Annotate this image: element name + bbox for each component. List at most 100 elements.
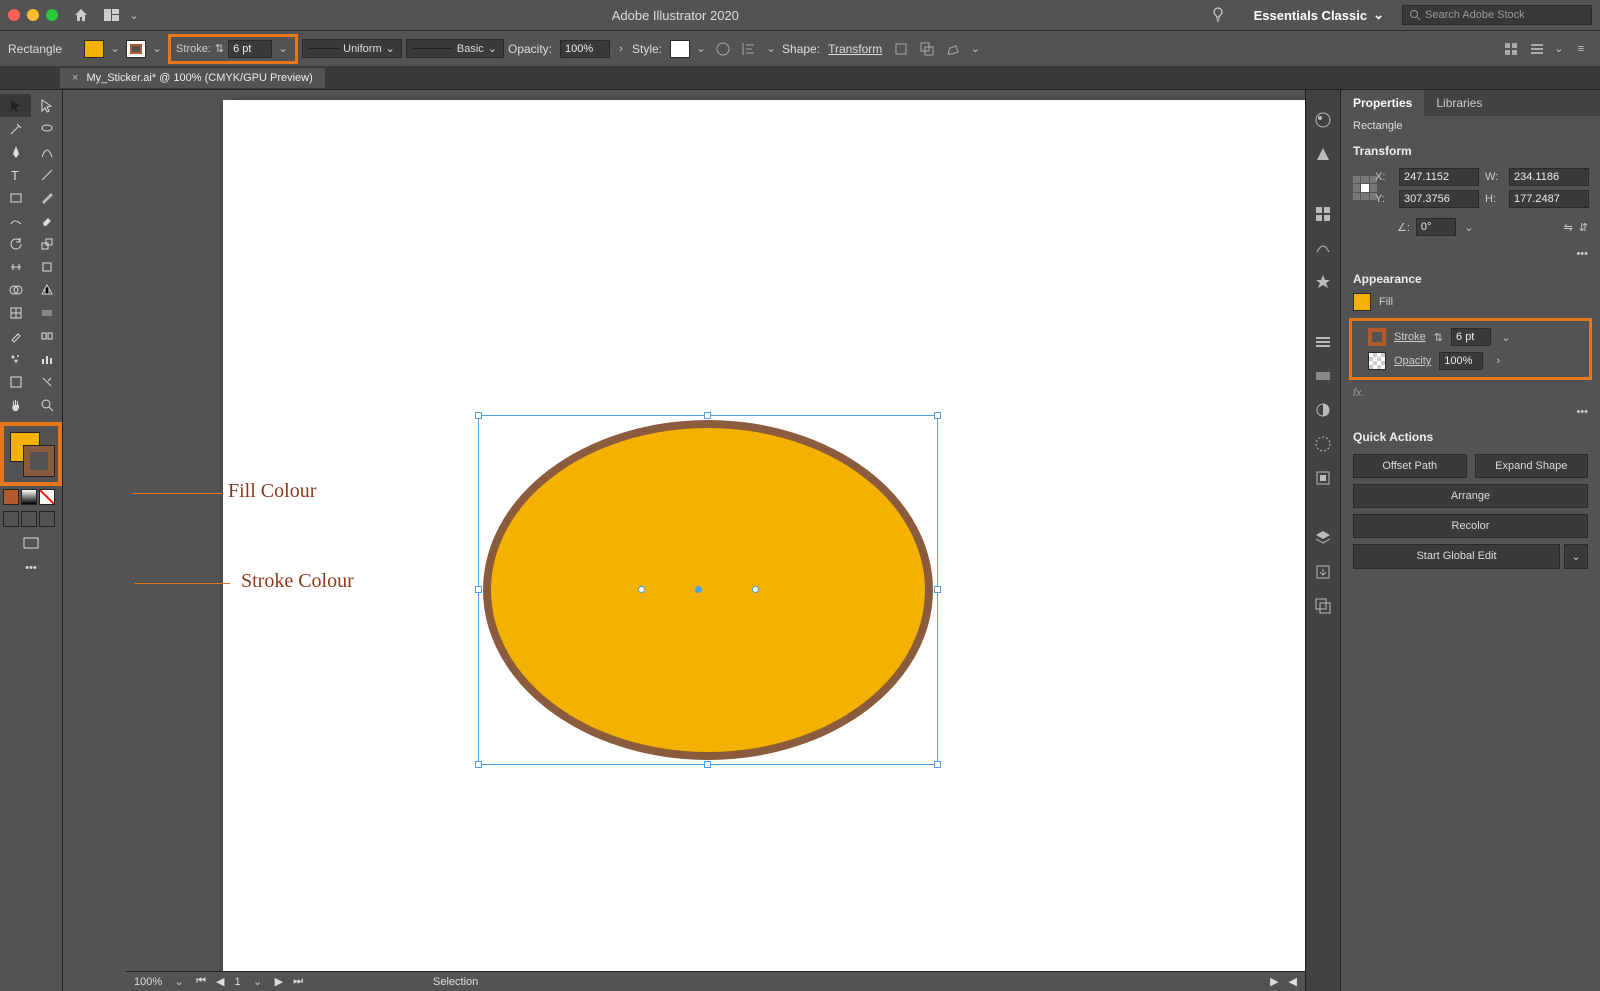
color-mode-gradient[interactable] — [21, 489, 37, 505]
draw-inside-icon[interactable] — [39, 511, 55, 527]
gradient-panel-icon[interactable] — [1313, 366, 1333, 386]
isolate-back-icon[interactable] — [916, 38, 938, 60]
nav-first-icon[interactable]: ⏮ — [196, 975, 206, 988]
scale-tool[interactable] — [31, 232, 62, 255]
tab-libraries[interactable]: Libraries — [1424, 90, 1494, 116]
width-tool[interactable] — [0, 255, 31, 278]
chevron-right-icon[interactable]: › — [614, 43, 628, 55]
chevron-down-icon[interactable]: ⌄ — [1462, 221, 1476, 234]
y-input[interactable] — [1399, 190, 1479, 208]
home-icon[interactable] — [73, 7, 89, 23]
maximize-window-icon[interactable] — [46, 9, 58, 21]
slice-tool[interactable] — [31, 370, 62, 393]
reference-point-selector[interactable] — [1353, 176, 1377, 200]
stroke-weight-input[interactable] — [228, 40, 272, 58]
color-panel-icon[interactable] — [1313, 110, 1333, 130]
more-options-icon[interactable]: ••• — [1576, 406, 1588, 418]
resize-handle[interactable] — [704, 412, 711, 419]
minimize-window-icon[interactable] — [27, 9, 39, 21]
opacity-input[interactable] — [1439, 352, 1483, 370]
chevron-down-icon[interactable]: ⌄ — [1564, 544, 1588, 569]
canvas[interactable]: Fill Colour Stroke Colour 100% ⌄ ⏮ ◀ 1 ⌄… — [63, 90, 1305, 991]
brushes-panel-icon[interactable] — [1313, 238, 1333, 258]
curvature-tool[interactable] — [31, 140, 62, 163]
resize-handle[interactable] — [934, 761, 941, 768]
resize-handle[interactable] — [475, 761, 482, 768]
hand-tool[interactable] — [0, 393, 31, 416]
panel-list-icon[interactable] — [1526, 38, 1548, 60]
brush-definition[interactable]: Basic ⌄ — [406, 39, 504, 58]
pen-tool[interactable] — [0, 140, 31, 163]
rotate-input[interactable] — [1416, 218, 1456, 236]
arrange-button[interactable]: Arrange — [1353, 484, 1588, 508]
swatches-panel-icon[interactable] — [1313, 204, 1333, 224]
flip-horizontal-icon[interactable]: ⇋ — [1564, 221, 1573, 234]
x-input[interactable] — [1399, 168, 1479, 186]
draw-normal-icon[interactable] — [3, 511, 19, 527]
artboards-panel-icon[interactable] — [1313, 596, 1333, 616]
workspace-switcher[interactable]: Essentials Classic ⌄ — [1246, 3, 1392, 27]
resize-handle[interactable] — [704, 761, 711, 768]
resize-handle[interactable] — [475, 586, 482, 593]
column-graph-tool[interactable] — [31, 347, 62, 370]
stroke-weight-input[interactable] — [1451, 328, 1491, 346]
stroke-color-box[interactable] — [24, 446, 54, 476]
opacity-label[interactable]: Opacity — [1394, 355, 1431, 367]
free-transform-tool[interactable] — [31, 255, 62, 278]
stroke-panel-icon[interactable] — [1313, 332, 1333, 352]
nav-last-icon[interactable]: ⏭ — [293, 975, 303, 988]
shaper-tool[interactable] — [0, 209, 31, 232]
screen-mode-icon[interactable] — [0, 530, 62, 558]
edit-toolbar-icon[interactable]: ••• — [0, 558, 62, 578]
h-input[interactable] — [1509, 190, 1589, 208]
stepper-icon[interactable]: ⇅ — [1434, 331, 1443, 344]
nav-next-icon[interactable]: ▶ — [275, 975, 283, 988]
type-tool[interactable]: T — [0, 163, 31, 186]
opacity-input[interactable] — [560, 40, 610, 58]
chevron-down-icon[interactable]: ⌄ — [172, 975, 186, 988]
more-options-icon[interactable]: ••• — [1576, 248, 1588, 260]
fx-row[interactable]: fx. — [1341, 384, 1600, 402]
scroll-left-icon[interactable]: ▶ — [1270, 975, 1278, 988]
draw-behind-icon[interactable] — [21, 511, 37, 527]
artboard-number[interactable]: 1 — [235, 976, 241, 988]
chevron-down-icon[interactable]: ⌄ — [968, 42, 982, 55]
lightbulb-icon[interactable] — [1210, 7, 1226, 23]
rotate-tool[interactable] — [0, 232, 31, 255]
appearance-panel-icon[interactable] — [1313, 434, 1333, 454]
start-global-edit-button[interactable]: Start Global Edit — [1353, 544, 1560, 569]
chevron-down-icon[interactable]: ⌄ — [1499, 331, 1513, 344]
offset-path-button[interactable]: Offset Path — [1353, 454, 1467, 478]
tab-properties[interactable]: Properties — [1341, 90, 1424, 116]
graphic-style-swatch[interactable] — [670, 40, 690, 58]
chevron-down-icon[interactable]: ⌄ — [276, 42, 290, 55]
selection-tool[interactable] — [0, 94, 31, 117]
variable-width-profile[interactable]: Uniform ⌄ — [302, 39, 402, 58]
direct-selection-tool[interactable] — [31, 94, 62, 117]
chevron-down-icon[interactable]: ⌄ — [764, 42, 778, 55]
stroke-swatch[interactable] — [126, 40, 146, 58]
lasso-tool[interactable] — [31, 117, 62, 140]
symbols-panel-icon[interactable] — [1313, 272, 1333, 292]
edit-contents-icon[interactable] — [942, 38, 964, 60]
isolate-icon[interactable] — [890, 38, 912, 60]
line-segment-tool[interactable] — [31, 163, 62, 186]
color-guide-panel-icon[interactable] — [1313, 144, 1333, 164]
fill-swatch[interactable] — [1353, 293, 1371, 311]
panel-layout-icon[interactable] — [1500, 38, 1522, 60]
symbol-sprayer-tool[interactable] — [0, 347, 31, 370]
layers-panel-icon[interactable] — [1313, 528, 1333, 548]
artboard-tool[interactable] — [0, 370, 31, 393]
rectangle-tool[interactable] — [0, 186, 31, 209]
stroke-label[interactable]: Stroke — [1394, 331, 1426, 343]
zoom-tool[interactable] — [31, 393, 62, 416]
resize-handle[interactable] — [934, 586, 941, 593]
corner-widget-icon[interactable] — [752, 586, 759, 593]
mesh-tool[interactable] — [0, 301, 31, 324]
stepper-icon[interactable]: ⇅ — [215, 42, 224, 55]
flip-vertical-icon[interactable]: ⇵ — [1579, 221, 1588, 234]
perspective-grid-tool[interactable] — [31, 278, 62, 301]
search-adobe-stock[interactable]: Search Adobe Stock — [1402, 5, 1592, 25]
w-input[interactable] — [1509, 168, 1589, 186]
center-point-icon[interactable] — [695, 586, 702, 593]
